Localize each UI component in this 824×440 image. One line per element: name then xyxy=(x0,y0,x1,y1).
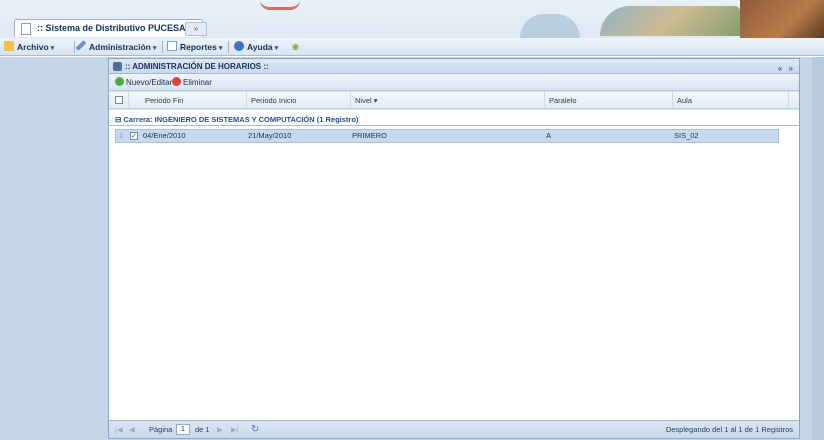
column-periodo-inicio[interactable]: Periodo Inicio xyxy=(247,92,351,109)
group-label: Carrera: INGENIERO DE SISTEMAS Y COMPUTA… xyxy=(123,115,359,124)
grid-header: Periodo Fin Periodo Inicio Nivel ▾ Paral… xyxy=(109,92,799,109)
column-aula[interactable]: Aula xyxy=(673,92,789,109)
next-page-button[interactable]: ▶ xyxy=(217,424,223,436)
page-of-label: de 1 xyxy=(195,425,210,434)
tab-main[interactable]: :: Sistema de Distributivo PUCESA :: xyxy=(14,19,203,37)
folder-icon xyxy=(4,41,14,51)
paging-status: Desplegando del 1 al 1 de 1 Registros xyxy=(665,425,793,434)
desktop-scrollbar[interactable] xyxy=(812,57,824,440)
window-toolbar: Nuevo/Editar Eliminar xyxy=(109,74,799,91)
new-edit-button[interactable]: Nuevo/Editar xyxy=(115,76,172,89)
help-icon xyxy=(234,41,244,51)
row-checkbox[interactable]: ✓ xyxy=(130,132,138,140)
column-periodo-fin[interactable]: Periodo Fin xyxy=(129,92,247,109)
cell-periodo-inicio: 21/May/2010 xyxy=(248,131,292,140)
menu-reportes[interactable]: Reportes ▾ xyxy=(167,40,222,54)
delete-icon xyxy=(172,77,181,86)
cell-aula: SIS_02 xyxy=(674,131,699,140)
cell-nivel: PRIMERO xyxy=(352,131,388,140)
last-page-button[interactable]: ▶| xyxy=(231,424,239,436)
add-icon xyxy=(115,77,124,86)
menu-archivo[interactable]: Archivo ▾ xyxy=(4,40,54,54)
menu-separator xyxy=(162,41,163,53)
banner-decoration xyxy=(520,14,580,38)
group-header-row[interactable]: ⊟ Carrera: INGENIERO DE SISTEMAS Y COMPU… xyxy=(109,113,799,126)
select-all-column[interactable] xyxy=(109,92,129,109)
menu-ayuda[interactable]: Ayuda ▾ xyxy=(234,40,278,54)
collapse-icon[interactable]: ⊟ xyxy=(115,115,121,124)
paging-toolbar: |◀ ◀ Página 1 de 1 ▶ ▶| ↻ Desplegando de… xyxy=(109,420,799,438)
leaf-icon[interactable]: ❀ xyxy=(292,40,299,54)
delete-button[interactable]: Eliminar xyxy=(172,76,212,89)
menu-bar: Archivo ▾ Administración ▾ Reportes ▾ Ayuda… xyxy=(0,38,824,56)
window-icon xyxy=(113,62,122,71)
page-number-input[interactable]: 1 xyxy=(176,424,190,435)
banner-decoration xyxy=(740,0,824,38)
refresh-icon[interactable]: ↻ xyxy=(251,424,259,436)
banner-decoration xyxy=(260,0,300,10)
prev-page-button[interactable]: ◀ xyxy=(129,424,135,436)
cell-paralelo: A xyxy=(546,131,552,140)
column-paralelo[interactable]: Paralelo xyxy=(545,92,673,109)
tab-scroll-button[interactable]: » xyxy=(185,22,207,36)
tab-title: :: Sistema de Distributivo PUCESA :: xyxy=(37,23,194,33)
cell-periodo-fin: 04/Ene/2010 xyxy=(143,131,186,140)
menu-administracion[interactable]: Administración ▾ xyxy=(75,40,156,54)
menu-separator xyxy=(228,41,229,53)
banner-decoration xyxy=(600,6,740,36)
select-all-checkbox[interactable] xyxy=(115,96,123,104)
report-icon xyxy=(167,41,177,51)
window-title: :: ADMINISTRACIÓN DE HORARIOS :: xyxy=(125,62,269,71)
first-page-button[interactable]: |◀ xyxy=(115,424,123,436)
horarios-window: :: ADMINISTRACIÓN DE HORARIOS :: « » Nue… xyxy=(108,58,800,439)
wrench-icon xyxy=(75,40,87,51)
page-icon xyxy=(21,23,31,35)
column-nivel[interactable]: Nivel ▾ xyxy=(351,92,545,109)
row-number: 1 xyxy=(119,131,124,140)
window-header[interactable]: :: ADMINISTRACIÓN DE HORARIOS :: « » xyxy=(109,59,799,74)
grid-body: ⊟ Carrera: INGENIERO DE SISTEMAS Y COMPU… xyxy=(109,110,799,420)
table-row[interactable]: 1 ✓ 04/Ene/2010 21/May/2010 PRIMERO A SI… xyxy=(115,129,779,143)
page-label: Página xyxy=(149,425,173,434)
